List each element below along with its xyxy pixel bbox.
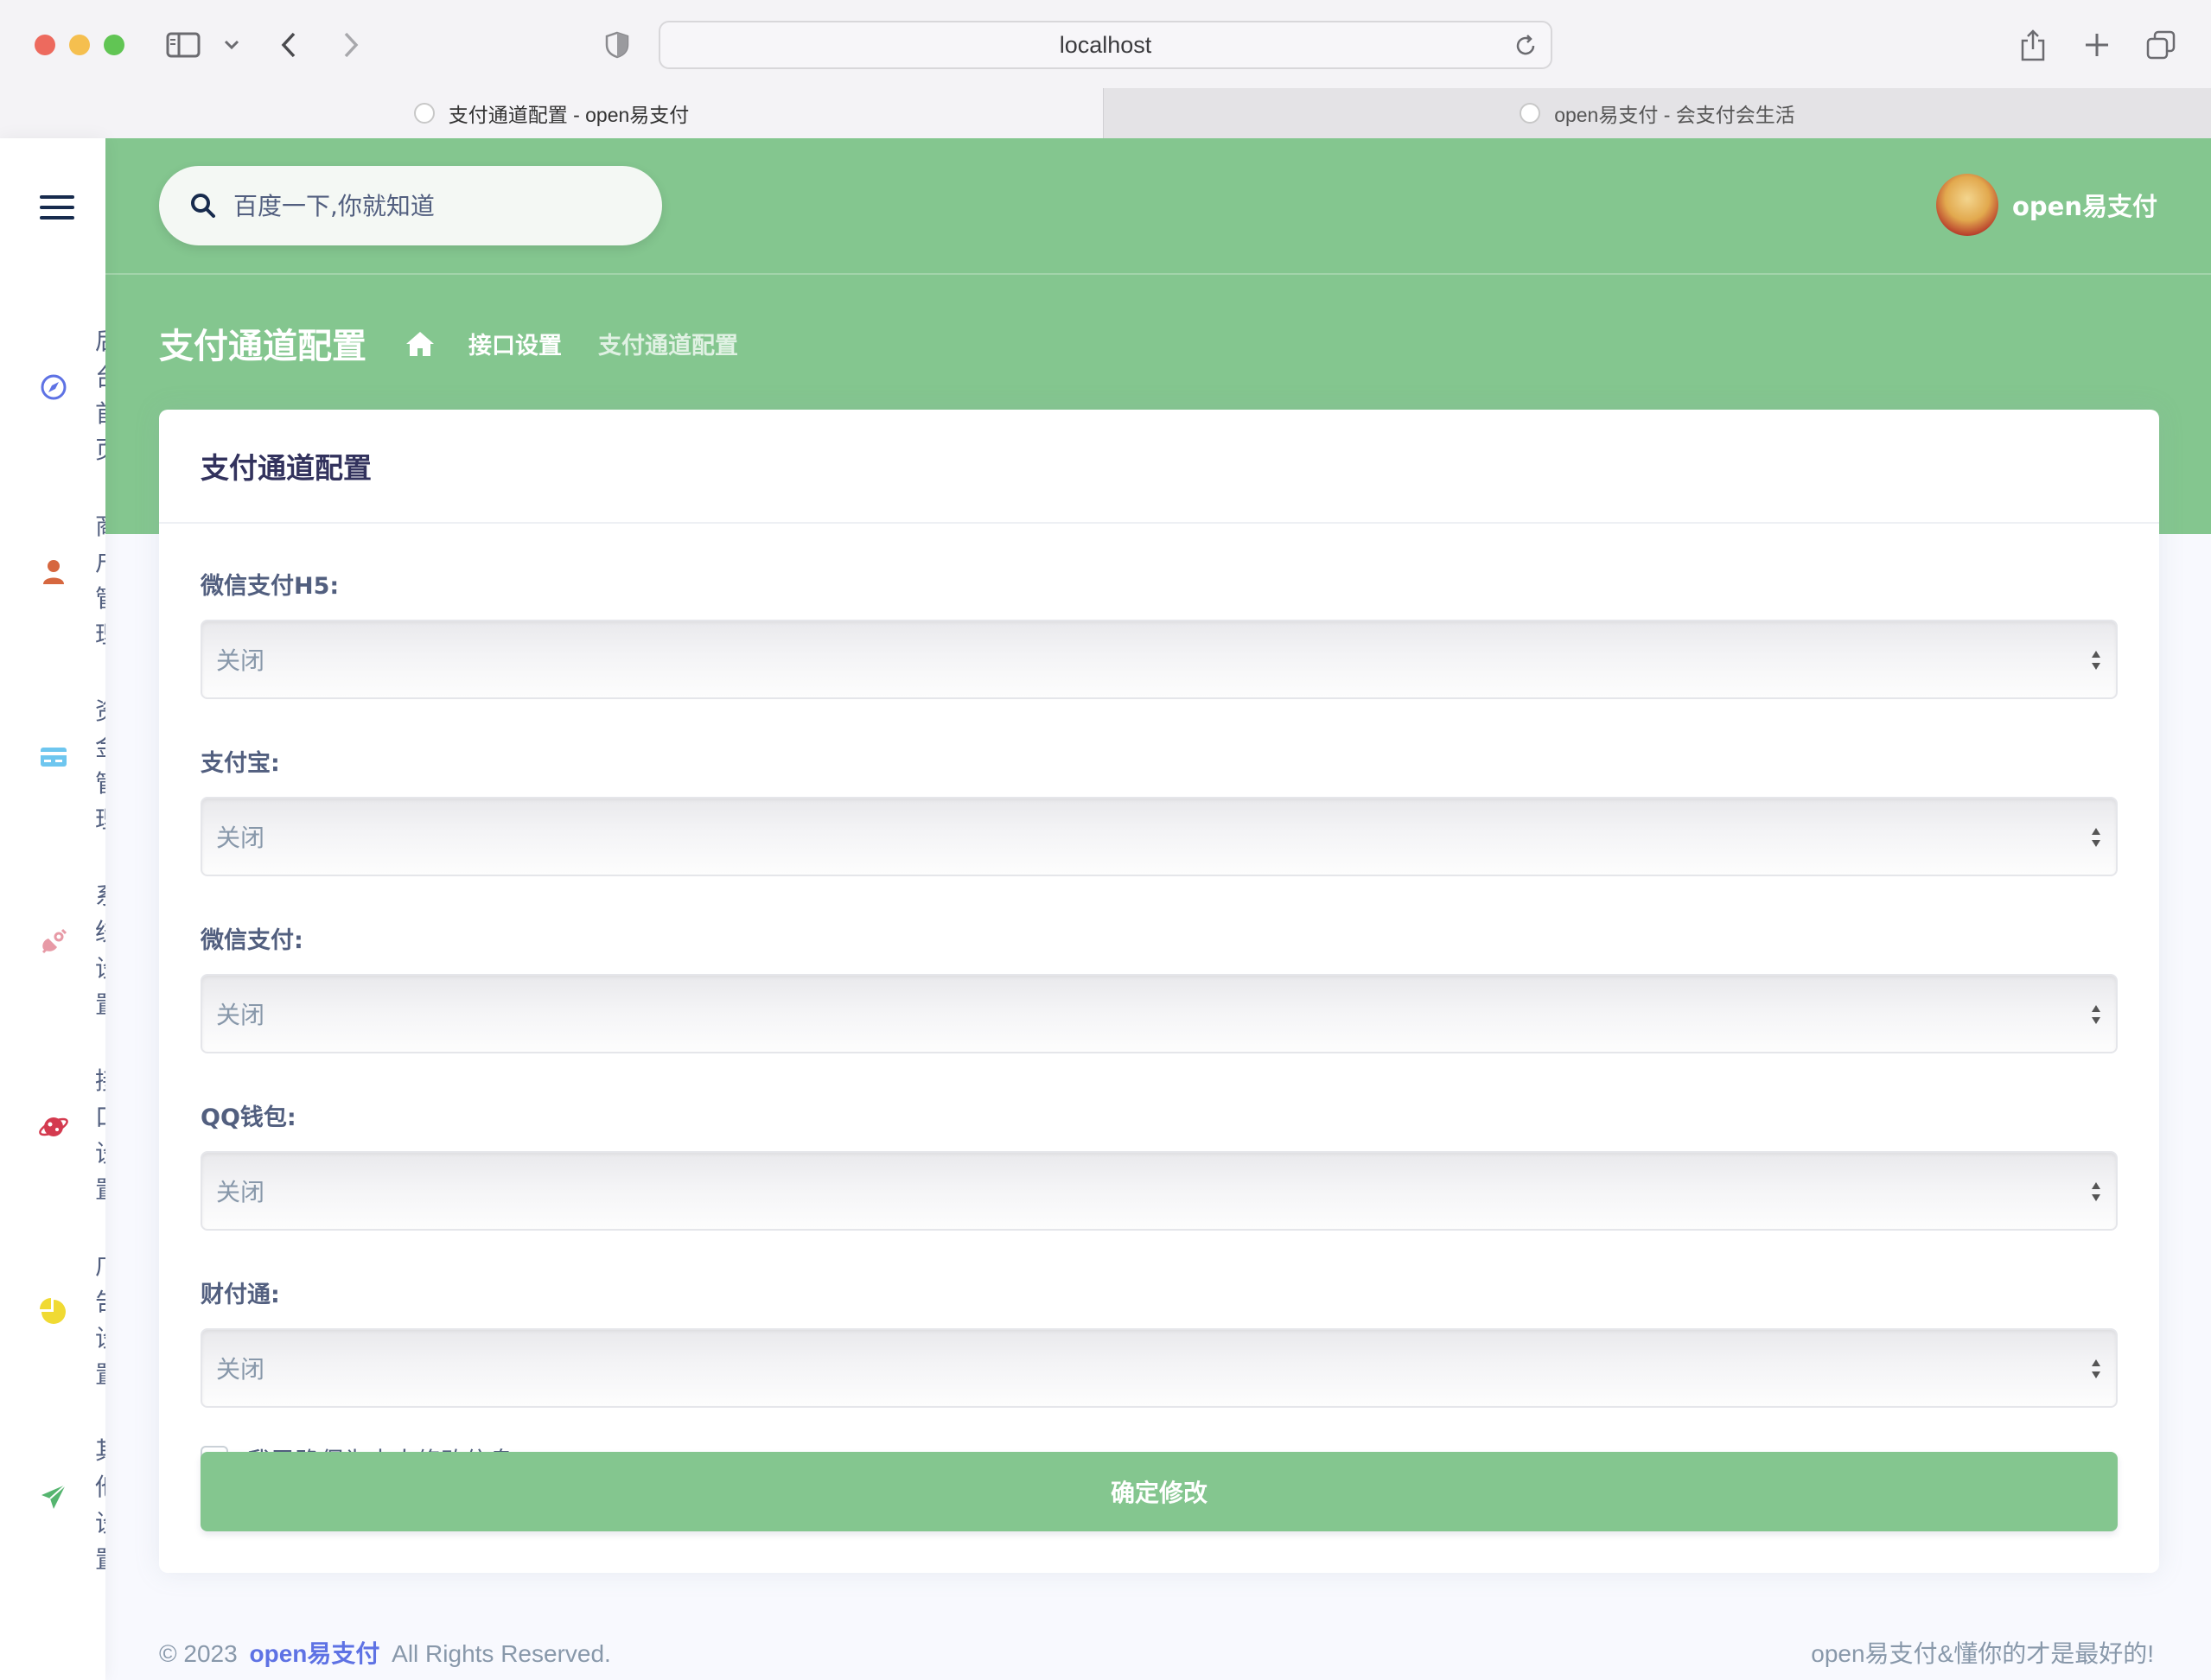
search-box[interactable] [159,166,662,245]
sidebar-item-funds[interactable]: 资金管理 [0,693,105,834]
tab-overview-icon[interactable] [2142,26,2180,64]
user-menu[interactable]: open易支付 [1936,173,2157,237]
qq-wallet-select[interactable]: 关闭 [201,1151,2118,1231]
satellite-icon [41,928,67,954]
back-icon[interactable] [270,26,308,64]
select-arrows-icon [2092,1359,2100,1378]
user-name: open易支付 [2012,192,2157,221]
sidebar-item-label: 广告设置 [95,1248,105,1393]
favicon-icon [1520,103,1541,124]
header-divider [105,273,2211,275]
submit-button[interactable]: 确定修改 [201,1452,2118,1531]
field-label: 微信支付H5: [201,573,340,600]
config-card: 支付通道配置 微信支付H5: 关闭 支付宝: 关闭 微信支付: 关闭 QQ钱包: [159,410,2159,1573]
select-arrows-icon [2092,651,2100,670]
footer-brand-link[interactable]: open易支付 [249,1640,379,1667]
sidebar-item-system[interactable]: 系统设置 [0,878,105,1019]
sidebar-item-label: 接口设置 [95,1063,105,1208]
tab-bar: 支付通道配置 - open易支付 open易支付 - 会支付会生活 [0,88,2211,138]
select-value: 关闭 [216,646,265,675]
card-title: 支付通道配置 [201,451,372,485]
forward-icon[interactable] [332,26,370,64]
share-icon[interactable] [2014,26,2052,64]
field-label: 财付通: [201,1282,280,1308]
wechat-h5-select[interactable]: 关闭 [201,620,2118,699]
sidebar-item-label: 后台首页 [95,323,105,468]
maximize-window-button[interactable] [104,35,124,55]
tenpay-select[interactable]: 关闭 [201,1328,2118,1408]
field-qq-wallet: QQ钱包: 关闭 [201,1098,2118,1231]
tab-title: 支付通道配置 - open易支付 [448,104,690,126]
favicon-icon [413,103,435,124]
sidebar-item-home[interactable]: 后台首页 [0,323,105,464]
search-icon [191,194,215,218]
select-arrows-icon [2092,1182,2100,1201]
field-tenpay: 财付通: 关闭 [201,1276,2118,1408]
sidebar-item-label: 商户管理 [95,508,105,653]
url-text: localhost [1059,31,1152,58]
select-arrows-icon [2092,1005,2100,1024]
sidebar-item-other[interactable]: 其他设置 [0,1433,105,1574]
select-value: 关闭 [216,1355,265,1384]
tab-open-pay[interactable]: open易支付 - 会支付会生活 [1103,88,2211,138]
sidebar-item-label: 其他设置 [95,1433,105,1578]
alipay-select[interactable]: 关闭 [201,797,2118,876]
select-value: 关闭 [216,1178,265,1206]
sidebar-item-ads[interactable]: 广告设置 [0,1248,105,1389]
close-window-button[interactable] [35,35,55,55]
minimize-window-button[interactable] [69,35,90,55]
compass-icon [41,374,67,400]
sidebar-item-label: 资金管理 [95,693,105,838]
select-value: 关闭 [216,1001,265,1029]
credit-card-icon [41,748,67,767]
field-label: QQ钱包: [201,1104,296,1131]
page-title: 支付通道配置 [159,327,366,366]
reload-icon[interactable] [1513,33,1539,59]
field-alipay: 支付宝: 关闭 [201,744,2118,876]
tab-title: open易支付 - 会支付会生活 [1554,104,1795,126]
wechat-select[interactable]: 关闭 [201,974,2118,1053]
select-value: 关闭 [216,824,265,852]
field-label: 微信支付: [201,927,303,954]
send-icon [41,1484,67,1509]
avatar [1936,174,1998,236]
sidebar-toggle-icon[interactable] [164,26,202,64]
field-wechat-h5: 微信支付H5: 关闭 [201,567,2118,699]
search-input[interactable] [233,191,631,220]
home-icon[interactable] [405,330,436,358]
footer-copyright: © 2023 open易支付 All Rights Reserved. [159,1635,611,1670]
pie-chart-icon [40,1298,66,1324]
new-tab-icon[interactable] [2078,26,2116,64]
breadcrumb: 接口设置 支付通道配置 [405,327,774,360]
sidebar-item-label: 系统设置 [95,878,105,1023]
address-bar[interactable]: localhost [659,21,1552,69]
field-label: 支付宝: [201,750,280,777]
chevron-down-icon[interactable] [213,26,251,64]
breadcrumb-item-current: 支付通道配置 [598,333,738,360]
footer-slogan: open易支付&懂你的才是最好的! [1811,1640,2154,1667]
tab-payment-channel[interactable]: 支付通道配置 - open易支付 [0,88,1103,138]
card-header: 支付通道配置 [159,410,2159,524]
rights-text: All Rights Reserved. [392,1640,611,1667]
sidebar-item-merchants[interactable]: 商户管理 [0,508,105,649]
planet-icon [39,1117,68,1136]
user-icon [43,560,64,584]
sidebar: 后台首页 商户管理 资金管理 系统设置 接口设置 广告设置 其他设置 [0,138,105,1680]
browser-chrome: localhost 支付通道配置 - open易支付 open易支付 - 会支付… [0,0,2211,138]
copyright-text: © 2023 [159,1640,238,1667]
menu-icon[interactable] [40,195,74,221]
field-wechat: 微信支付: 关闭 [201,921,2118,1053]
shield-icon[interactable] [598,26,636,64]
select-arrows-icon [2092,828,2100,847]
sidebar-item-interface[interactable]: 接口设置 [0,1063,105,1204]
breadcrumb-item-interface[interactable]: 接口设置 [468,327,562,360]
card-body: 微信支付H5: 关闭 支付宝: 关闭 微信支付: 关闭 QQ钱包: 关闭 财付通… [159,524,2159,1477]
